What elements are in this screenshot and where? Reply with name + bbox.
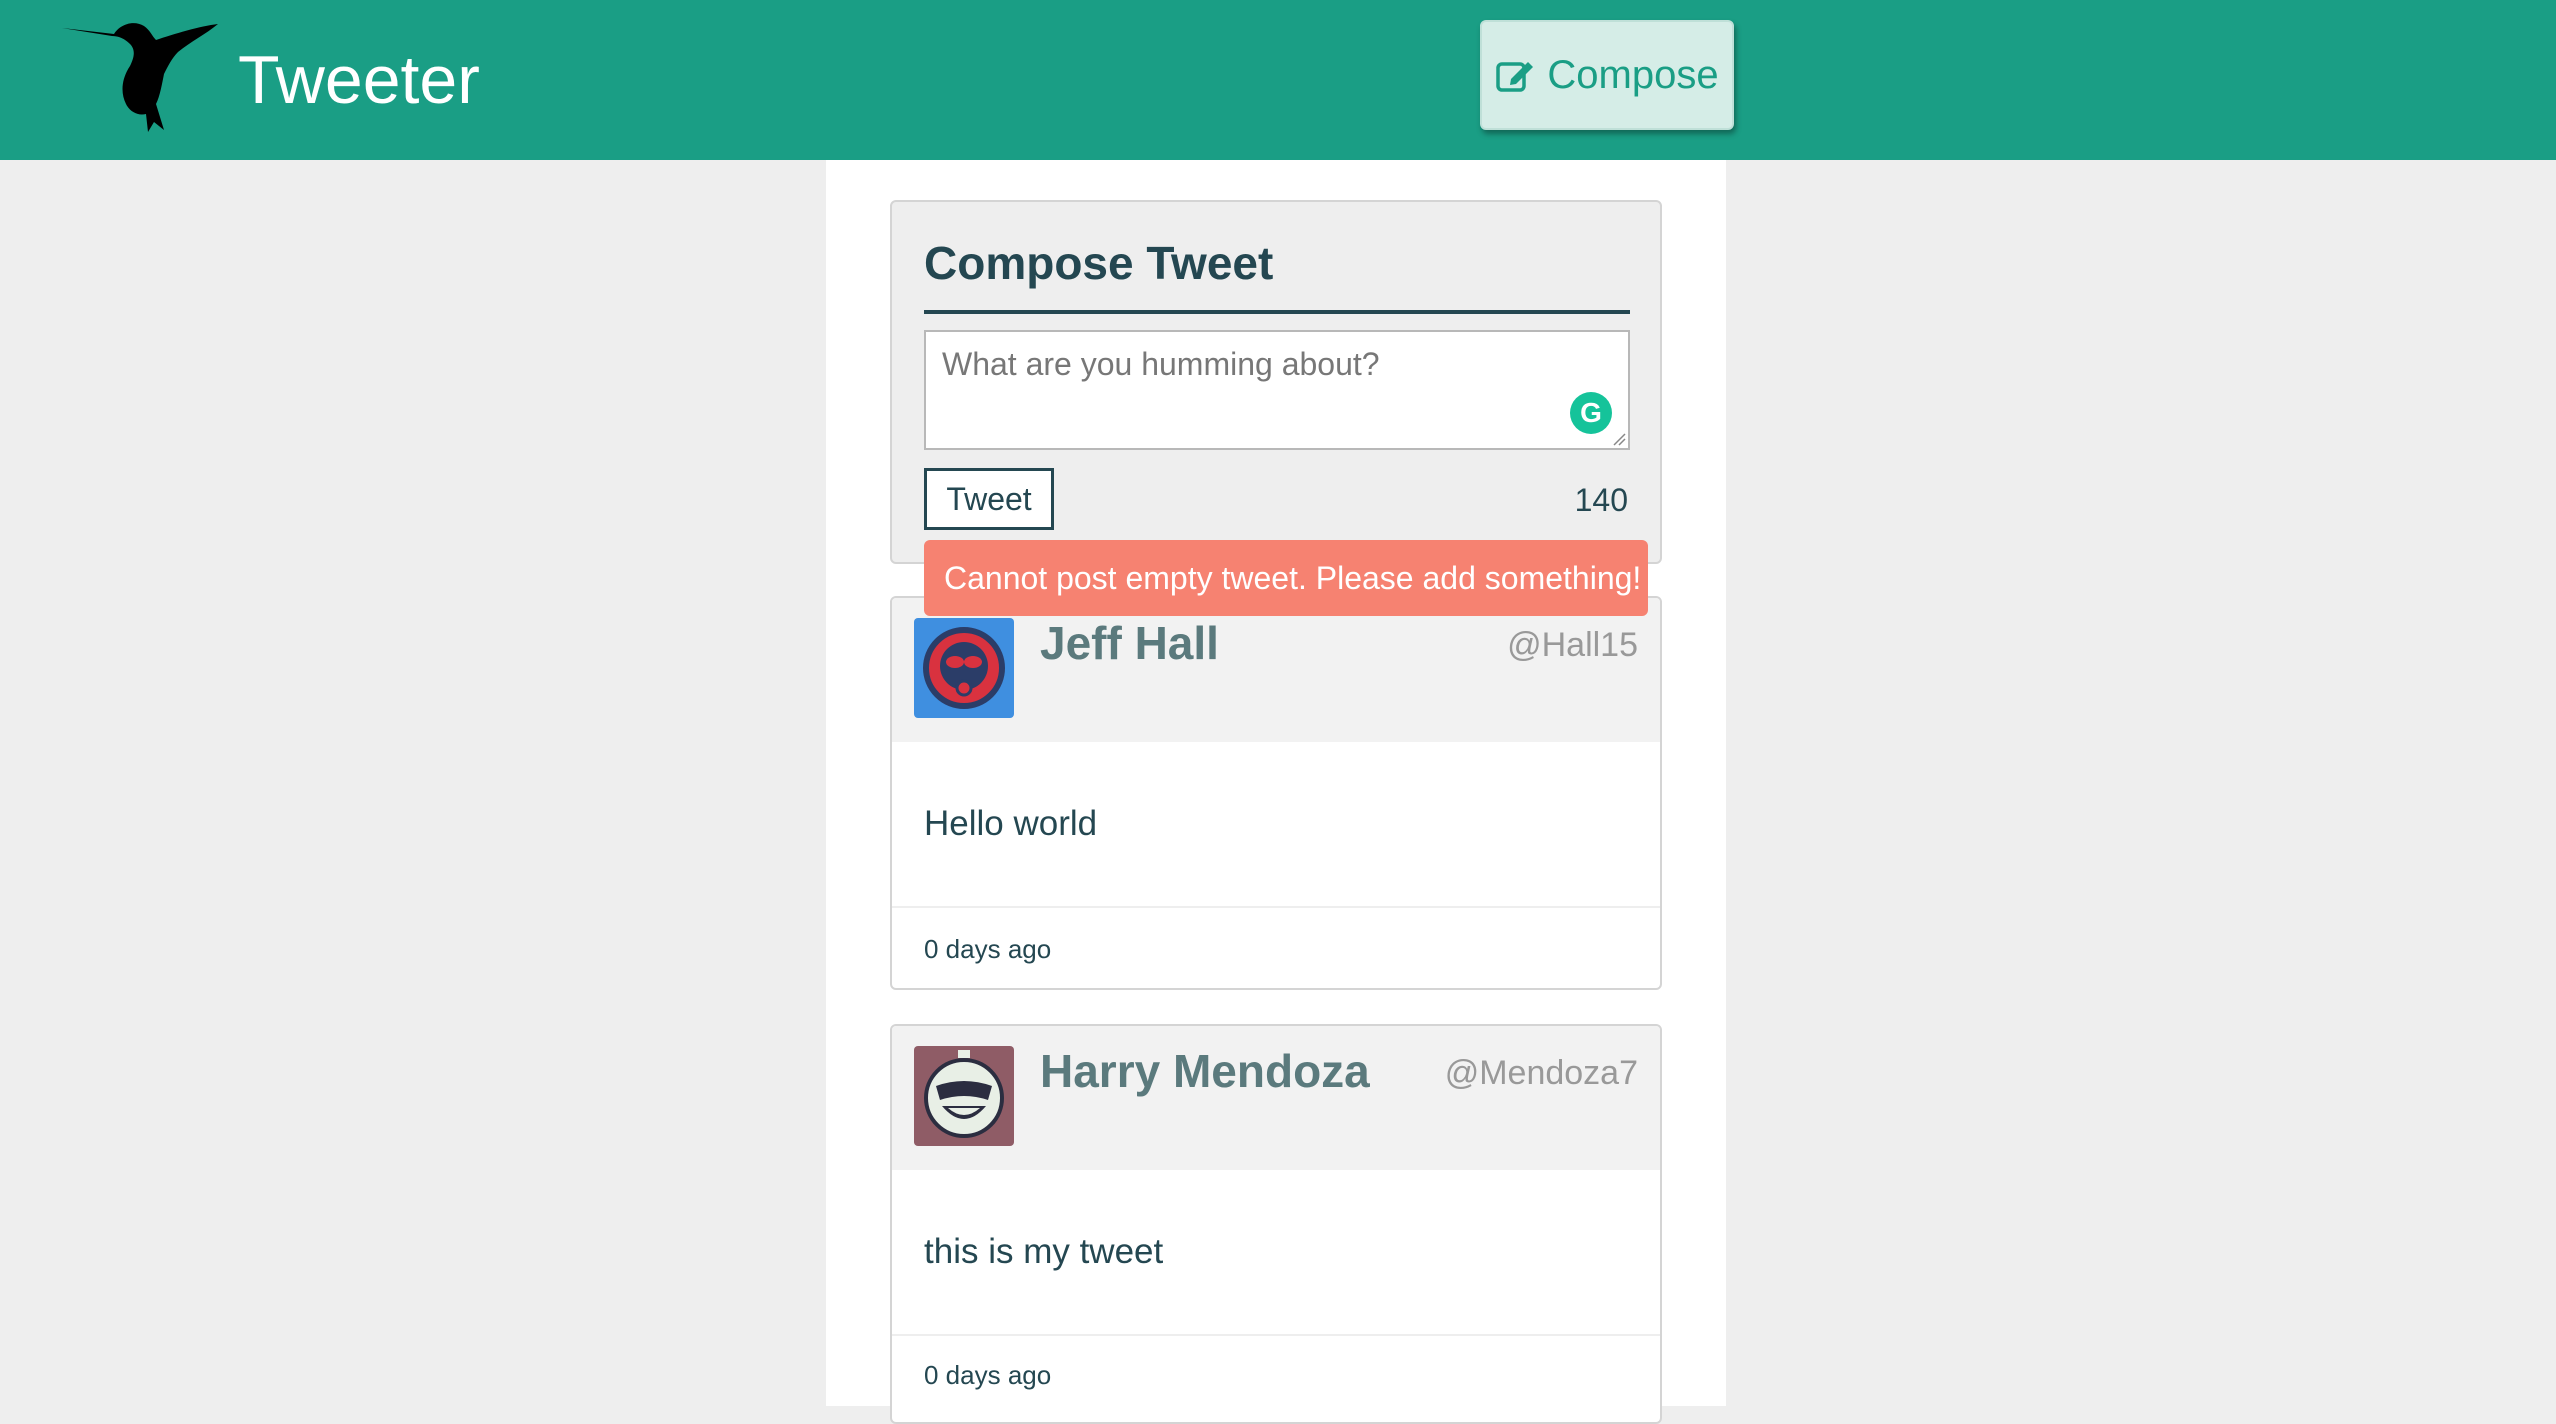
app-title: Tweeter <box>238 42 480 118</box>
tweet-header: Harry Mendoza @Mendoza7 <box>892 1026 1660 1170</box>
tweet-content: this is my tweet <box>924 1232 1164 1271</box>
tweet-timestamp: 0 days ago <box>924 1360 1052 1390</box>
tweet-button[interactable]: Tweet <box>924 468 1054 530</box>
tweet-card: Jeff Hall @Hall15 Hello world 0 days ago <box>890 596 1662 990</box>
tweet-textarea-placeholder: What are you humming about? <box>942 346 1380 382</box>
tweet-author-name: Harry Mendoza <box>1040 1045 1370 1097</box>
tweet-card: Harry Mendoza @Mendoza7 this is my tweet… <box>890 1024 1662 1424</box>
tweet-header: Jeff Hall @Hall15 <box>892 598 1660 742</box>
avatar <box>914 618 1014 718</box>
edit-icon <box>1496 62 1534 92</box>
tweet-author-handle: @Hall15 <box>1507 626 1638 664</box>
compose-button-label: Compose <box>1547 52 1719 97</box>
tweet-author-name: Jeff Hall <box>1040 617 1219 669</box>
tweet-divider <box>892 1334 1660 1336</box>
avatar <box>914 1046 1014 1146</box>
grammarly-icon[interactable]: G <box>1570 392 1612 434</box>
tweet-content: Hello world <box>924 804 1098 843</box>
error-message: Cannot post empty tweet. Please add some… <box>924 540 1648 616</box>
tweet-timestamp: 0 days ago <box>924 934 1052 964</box>
tweet-textarea[interactable]: What are you humming about? G <box>924 330 1630 450</box>
robot-avatar-icon <box>914 618 1014 718</box>
hummingbird-logo-icon <box>62 23 218 132</box>
resize-handle-icon[interactable] <box>1612 432 1626 446</box>
tweet-author-handle: @Mendoza7 <box>1444 1054 1638 1092</box>
tweet-divider <box>892 906 1660 908</box>
compose-button[interactable]: Compose <box>1480 20 1734 130</box>
navbar: Tweeter Compose <box>0 0 2556 160</box>
compose-title: Compose Tweet <box>924 232 1630 314</box>
smiley-robot-avatar-icon <box>914 1046 1014 1146</box>
character-counter: 140 <box>1574 482 1628 518</box>
compose-tweet-panel: Compose Tweet What are you humming about… <box>890 200 1662 564</box>
